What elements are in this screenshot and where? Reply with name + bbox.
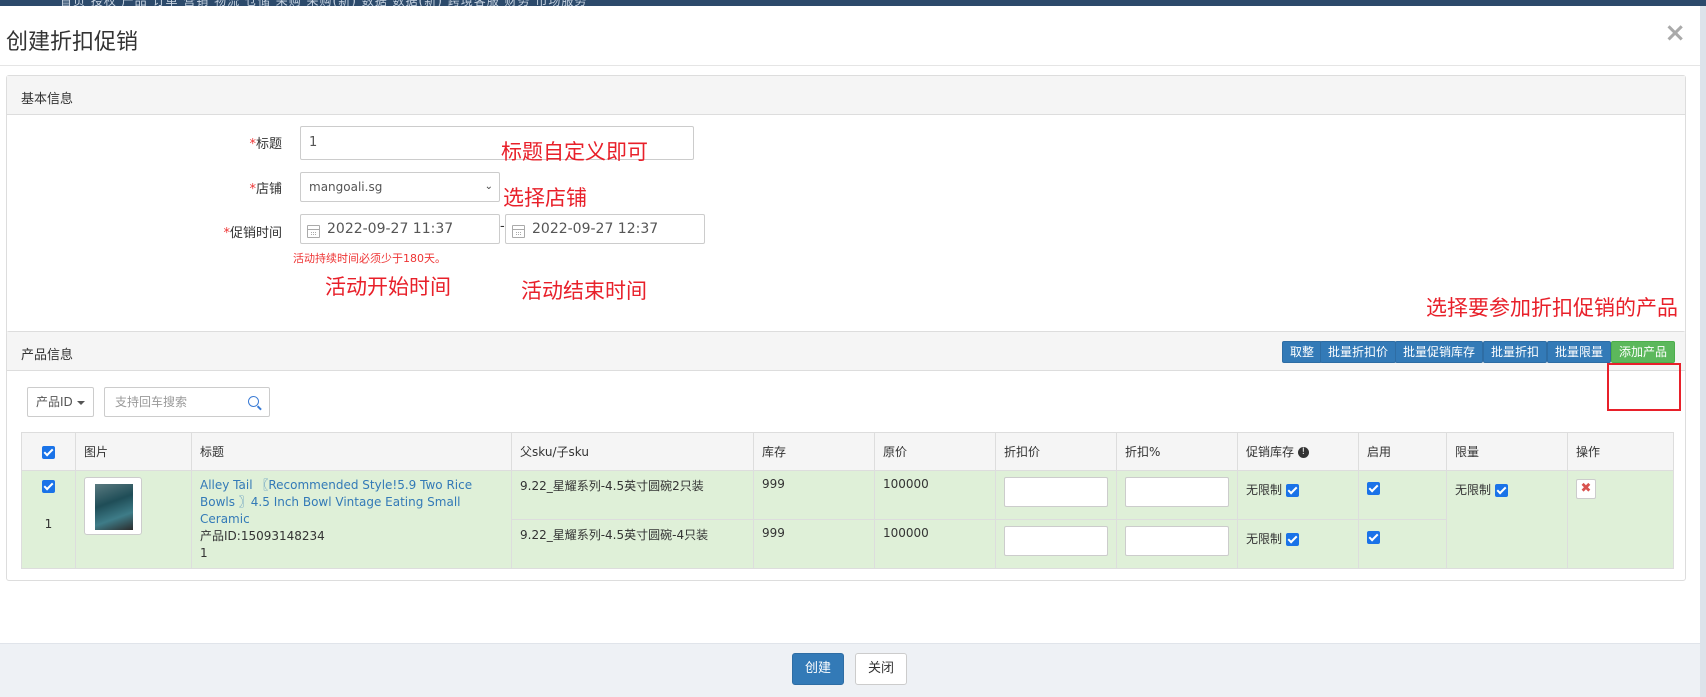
time-hint: 活动持续时间必须少于180天。 (293, 252, 446, 265)
modal-header: 创建折扣促销 × (0, 6, 1700, 66)
enable-checkbox[interactable] (1367, 531, 1380, 544)
stock-cell: 999 (753, 470, 875, 520)
close-icon[interactable]: × (1664, 20, 1686, 46)
discount-price-input[interactable] (1004, 526, 1108, 556)
discount-percent-cell (1116, 519, 1238, 569)
time-label: *促销时间 (223, 226, 282, 241)
create-button[interactable]: 创建 (792, 653, 845, 685)
info-icon[interactable]: ! (1297, 447, 1309, 458)
calendar-icon (307, 225, 320, 238)
discount-percent-input[interactable] (1125, 526, 1229, 556)
annotation-title: 标题自定义即可 (501, 140, 648, 164)
checkbox-checked-icon (42, 445, 55, 459)
product-title-cell: Alley Tail 〖Recommended Style!5.9 Two Ri… (191, 470, 512, 569)
table-row: 1 Alley Tail 〖Recommended Style!5.9 Two … (21, 470, 1674, 569)
limit-cell: 无限制 (1446, 470, 1568, 569)
annotation-shop: 选择店铺 (503, 186, 587, 210)
shop-select[interactable]: mangoali.sg ⌄ (300, 172, 500, 202)
limit-checkbox[interactable] (1494, 484, 1508, 497)
basic-info-heading: 基本信息 (7, 76, 1685, 115)
batch-discount-button[interactable]: 批量折扣 (1483, 341, 1548, 363)
col-stock: 库存 (753, 432, 875, 471)
start-time-input[interactable]: 2022-09-27 11:37 (300, 214, 500, 244)
chevron-down-icon: ⌄ (484, 181, 493, 192)
price-cell: 100000 (874, 519, 996, 569)
enable-cell (1358, 470, 1447, 520)
product-info-heading: 产品信息 取整 批量折扣价 批量促销库存 批量折扣 批量限量 添加产品 (7, 332, 1685, 371)
promo-stock-cell: 无限制 (1237, 470, 1359, 520)
col-price: 原价 (874, 432, 996, 471)
search-input[interactable]: 支持回车搜索 (104, 387, 270, 417)
title-label: *标题 (249, 137, 282, 152)
add-product-button[interactable]: 添加产品 (1611, 341, 1676, 363)
stock-cell: 999 (753, 519, 875, 569)
unlimited-label: 无限制 (1246, 483, 1283, 497)
col-image: 图片 (75, 432, 192, 471)
batch-stock-button[interactable]: 批量促销库存 (1395, 341, 1484, 363)
shop-select-value: mangoali.sg (309, 180, 383, 194)
end-time-input[interactable]: 2022-09-27 12:37 (505, 214, 705, 244)
col-sku: 父sku/子sku (511, 432, 754, 471)
discount-price-input[interactable] (1004, 477, 1108, 507)
price-cell: 100000 (874, 470, 996, 520)
batch-price-button[interactable]: 批量折扣价 (1320, 341, 1397, 363)
discount-price-cell (995, 470, 1117, 520)
filter-type-dropdown[interactable]: 产品ID (27, 387, 94, 417)
product-info-title: 产品信息 (21, 348, 74, 363)
unlimited-label: 无限制 (1246, 532, 1283, 546)
basic-info-title: 基本信息 (21, 92, 74, 107)
caret-down-icon (76, 400, 85, 405)
end-time-value: 2022-09-27 12:37 (532, 221, 659, 237)
discount-price-cell (995, 519, 1117, 569)
row-select-cell: 1 (21, 470, 76, 569)
enable-checkbox[interactable] (1367, 482, 1380, 495)
delete-icon[interactable]: ✖ (1576, 479, 1596, 499)
discount-percent-cell (1116, 470, 1238, 520)
product-extra: 1 (200, 546, 208, 560)
action-cell: ✖ (1567, 470, 1674, 569)
background-scroll-edge (1700, 6, 1706, 697)
modal-footer: 创建 关闭 (0, 643, 1700, 697)
col-action: 操作 (1567, 432, 1674, 471)
product-image-cell (75, 470, 192, 569)
limit-unlimited-label: 无限制 (1455, 483, 1492, 497)
col-enable: 启用 (1358, 432, 1447, 471)
row-index: 1 (44, 517, 53, 531)
product-info-panel: 产品信息 取整 批量折扣价 批量促销库存 批量折扣 批量限量 添加产品 产品ID… (6, 331, 1686, 581)
table-header-row: 图片 标题 父sku/子sku 库存 原价 折扣价 折扣% 促销库存 ! 启用 … (21, 432, 1674, 471)
round-button[interactable]: 取整 (1282, 341, 1323, 363)
annotation-products: 选择要参加折扣促销的产品 (1426, 296, 1678, 320)
shop-label: *店铺 (249, 182, 282, 197)
unlimited-checkbox[interactable] (1285, 484, 1299, 497)
batch-limit-button[interactable]: 批量限量 (1547, 341, 1612, 363)
close-button[interactable]: 关闭 (855, 653, 908, 685)
promo-stock-cell: 无限制 (1237, 519, 1359, 569)
time-separator: - (500, 219, 505, 234)
create-discount-modal: 创建折扣促销 × 基本信息 *标题 1 *店铺 mangoali.sg ⌄ *促… (0, 6, 1700, 697)
start-time-value: 2022-09-27 11:37 (327, 221, 454, 237)
search-icon[interactable] (248, 396, 259, 407)
annotation-end-time: 活动结束时间 (521, 279, 647, 303)
annotation-start-time: 活动开始时间 (325, 275, 451, 299)
col-title: 标题 (191, 432, 512, 471)
col-discount-percent: 折扣% (1116, 432, 1238, 471)
col-promo-stock: 促销库存 ! (1237, 432, 1359, 471)
row-checkbox[interactable] (42, 480, 55, 493)
col-discount-price: 折扣价 (995, 432, 1117, 471)
sku-cell: 9.22_星耀系列-4.5英寸圆碗2只装 (511, 470, 754, 520)
enable-cell (1358, 519, 1447, 569)
sku-cell: 9.22_星耀系列-4.5英寸圆碗-4只装 (511, 519, 754, 569)
col-limit: 限量 (1446, 432, 1568, 471)
product-table: 图片 标题 父sku/子sku 库存 原价 折扣价 折扣% 促销库存 ! 启用 … (21, 432, 1674, 569)
unlimited-checkbox[interactable] (1285, 533, 1299, 546)
calendar-icon (512, 225, 525, 238)
product-thumbnail[interactable] (84, 477, 142, 535)
annotation-highlight-box (1607, 363, 1681, 411)
product-id: 产品ID:15093148234 (200, 529, 325, 543)
search-placeholder: 支持回车搜索 (115, 395, 188, 409)
modal-title: 创建折扣促销 (6, 30, 139, 55)
product-title-link[interactable]: Alley Tail 〖Recommended Style!5.9 Two Ri… (200, 477, 503, 528)
select-all-checkbox[interactable] (21, 432, 76, 471)
discount-percent-input[interactable] (1125, 477, 1229, 507)
